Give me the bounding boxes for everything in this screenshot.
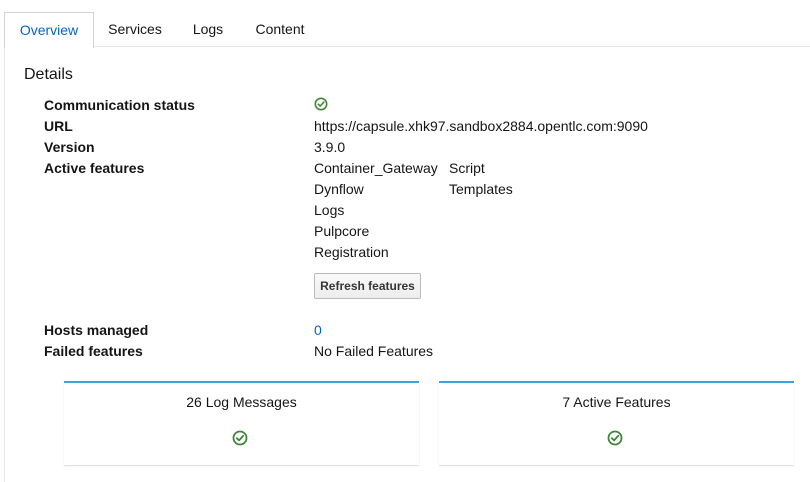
hosts-managed-label: Hosts managed <box>44 322 149 338</box>
version-value: 3.9.0 <box>314 139 346 155</box>
card-title: 26 Log Messages <box>186 394 297 410</box>
feature-item: Registration <box>314 244 389 260</box>
tab-logs[interactable]: Logs <box>176 12 240 47</box>
feature-item: Container_Gateway <box>314 160 438 176</box>
feature-item: Dynflow <box>314 181 364 197</box>
check-circle-icon <box>314 97 328 111</box>
hosts-managed-link[interactable]: 0 <box>314 322 322 338</box>
refresh-features-button[interactable]: Refresh features <box>314 273 421 299</box>
check-circle-icon <box>232 430 248 446</box>
card-title: 7 Active Features <box>562 394 671 410</box>
feature-item: Logs <box>314 202 345 218</box>
active-features-card[interactable]: 7 Active Features <box>439 381 794 465</box>
tab-services[interactable]: Services <box>94 12 176 47</box>
version-label: Version <box>44 139 95 155</box>
communication-status-label: Communication status <box>44 97 195 113</box>
url-label: URL <box>44 118 73 134</box>
log-messages-card[interactable]: 26 Log Messages <box>64 381 419 465</box>
tab-overview[interactable]: Overview <box>4 12 94 48</box>
tab-bar: Overview Services Logs Content <box>4 12 810 48</box>
url-value: https://capsule.xhk97.sandbox2884.opentl… <box>314 118 648 134</box>
failed-features-value: No Failed Features <box>314 343 434 359</box>
check-circle-icon <box>607 430 623 446</box>
active-features-label: Active features <box>44 160 145 176</box>
feature-item: Pulpcore <box>314 223 370 239</box>
feature-item: Script <box>449 160 485 176</box>
failed-features-label: Failed features <box>44 343 143 359</box>
details-title: Details <box>24 66 73 83</box>
feature-item: Templates <box>449 181 513 197</box>
panel-border <box>4 47 5 482</box>
tab-content[interactable]: Content <box>240 12 320 47</box>
